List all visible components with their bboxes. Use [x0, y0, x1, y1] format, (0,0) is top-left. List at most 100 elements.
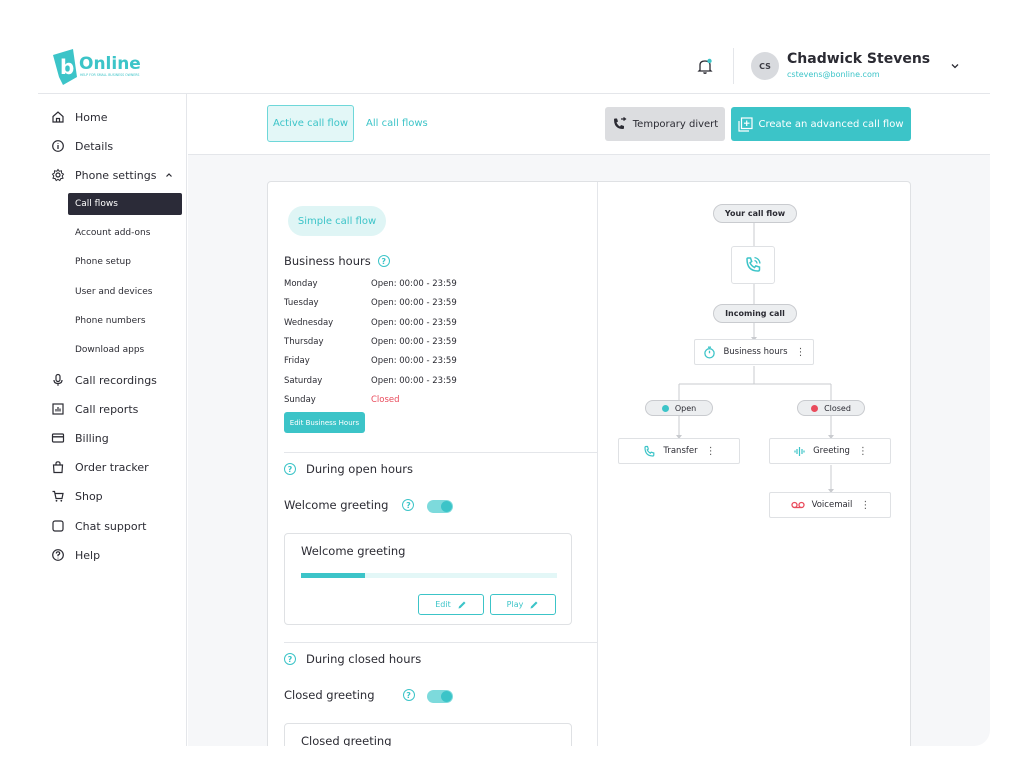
sidebar-item-home[interactable]: Home [38, 106, 107, 128]
gear-icon [51, 168, 65, 182]
sidebar-subitem-user-and-devices[interactable]: User and devices [68, 281, 182, 303]
svg-text:b: b [60, 55, 74, 79]
chat-icon [52, 520, 64, 532]
stopwatch-icon [704, 346, 716, 359]
phone-icon [644, 445, 655, 457]
greeting-progress-fill [301, 573, 365, 578]
temporary-divert-button[interactable]: Temporary divert [605, 107, 725, 141]
more-vertical-icon[interactable]: ⋮ [860, 500, 870, 511]
business-hours-node[interactable]: Business hours ⋮ [694, 339, 814, 365]
audio-wave-icon [794, 446, 805, 456]
sidebar-item-label: Home [75, 110, 108, 124]
sidebar-subitem-phone-setup[interactable]: Phone setup [68, 251, 182, 273]
help-icon[interactable]: ? [402, 689, 415, 701]
sidebar-item-label: Phone settings [75, 168, 157, 182]
incoming-call-label: Incoming call [713, 304, 797, 323]
sidebar-item-billing[interactable]: Billing [38, 427, 109, 449]
closed-greeting-box-title: Closed greeting [301, 734, 392, 746]
cart-icon [52, 490, 64, 502]
user-name[interactable]: Chadwick Stevens [787, 51, 930, 67]
closed-branch-label: Closed [797, 400, 865, 416]
logo-tagline: HELP FOR SMALL BUSINESS OWNERS [80, 73, 139, 77]
sidebar-item-label: Billing [75, 431, 109, 445]
play-greeting-button[interactable]: Play [490, 594, 556, 615]
welcome-greeting-box-title: Welcome greeting [301, 544, 406, 558]
sidebar-item-label: Call reports [75, 402, 139, 416]
temporary-divert-label: Temporary divert [632, 118, 719, 130]
open-branch-label: Open [645, 400, 713, 416]
pencil-icon [530, 601, 538, 608]
closed-hours-heading: ? During closed hours [284, 652, 421, 666]
voicemail-node[interactable]: Voicemail ⋮ [769, 492, 891, 518]
help-icon [52, 549, 64, 561]
sidebar-item-chat-support[interactable]: Chat support [38, 515, 146, 537]
create-advanced-label: Create an advanced call flow [758, 118, 904, 130]
bonline-logo[interactable]: b Online HELP FOR SMALL BUSINESS OWNERS [51, 47, 151, 87]
sidebar-item-order-tracker[interactable]: Order tracker [38, 456, 149, 478]
chevron-down-icon[interactable] [949, 60, 961, 72]
transfer-node-label: Transfer [663, 446, 698, 456]
closed-hours-title: During closed hours [306, 652, 422, 666]
app-frame: b Online HELP FOR SMALL BUSINESS OWNERS … [38, 40, 990, 746]
edit-greeting-label: Edit [435, 600, 451, 609]
sidebar-item-label: Shop [75, 489, 103, 503]
notification-bell-icon[interactable] [696, 57, 714, 75]
sidebar-subitem-call-flows[interactable]: Call flows [68, 193, 182, 215]
sidebar-subitem-phone-numbers[interactable]: Phone numbers [68, 310, 182, 332]
sidebar-item-help[interactable]: Help [38, 544, 100, 566]
more-vertical-icon[interactable]: ⋮ [858, 446, 868, 457]
avatar[interactable]: CS [751, 52, 779, 80]
sidebar-item-label: Chat support [75, 519, 147, 533]
call-flow-card: Simple call flow Business hours ? Monday… [267, 181, 911, 746]
sidebar-item-details[interactable]: Details [38, 135, 113, 157]
add-box-icon [738, 116, 754, 132]
sidebar-item-phone-settings[interactable]: Phone settings [38, 164, 174, 186]
transfer-node[interactable]: Transfer ⋮ [618, 438, 740, 464]
greeting-node[interactable]: Greeting ⋮ [769, 438, 891, 464]
more-vertical-icon[interactable]: ⋮ [706, 446, 716, 457]
sidebar: Home Details Phone settings Call flows A… [38, 94, 187, 746]
business-hours-node-label: Business hours [723, 347, 788, 357]
chart-icon [52, 403, 64, 415]
greeting-node-label: Greeting [813, 446, 850, 456]
incoming-phone-node[interactable] [731, 246, 775, 284]
open-status-dot [661, 404, 669, 412]
bag-icon [52, 461, 64, 474]
help-icon[interactable]: ? [284, 653, 296, 665]
tab-all-call-flows[interactable]: All call flows [366, 105, 428, 142]
your-call-flow-label: Your call flow [713, 204, 797, 223]
sidebar-subitem-account-add-ons[interactable]: Account add-ons [68, 222, 182, 244]
play-greeting-label: Play [506, 600, 524, 609]
voicemail-icon [790, 501, 805, 509]
sidebar-item-label: Call recordings [75, 373, 157, 387]
microphone-icon [53, 373, 63, 386]
header-divider [733, 48, 734, 84]
closed-greeting-row: Closed greeting ? [284, 688, 415, 702]
create-advanced-call-flow-button[interactable]: Create an advanced call flow [731, 107, 911, 141]
sidebar-subitem-download-apps[interactable]: Download apps [68, 339, 182, 361]
sidebar-item-label: Order tracker [75, 460, 149, 474]
tab-active-call-flow[interactable]: Active call flow [267, 105, 354, 142]
open-branch-text: Open [674, 403, 697, 413]
more-vertical-icon[interactable]: ⋮ [796, 347, 806, 358]
welcome-greeting-box: Welcome greeting Edit Play [284, 533, 572, 625]
sidebar-item-call-recordings[interactable]: Call recordings [38, 369, 157, 391]
sidebar-item-shop[interactable]: Shop [38, 485, 103, 507]
greeting-progress-bar[interactable] [301, 573, 557, 578]
user-email: cstevens@bonline.com [787, 70, 880, 79]
card-icon [51, 433, 65, 443]
closed-greeting-toggle[interactable] [427, 690, 453, 703]
info-icon [52, 140, 64, 152]
sidebar-item-label: Details [75, 139, 114, 153]
voicemail-node-label: Voicemail [811, 500, 853, 510]
closed-status-dot [811, 404, 819, 412]
flow-connectors [676, 223, 834, 493]
pencil-icon [458, 601, 466, 608]
section-divider [284, 642, 598, 643]
edit-greeting-button[interactable]: Edit [418, 594, 484, 615]
chevron-up-icon[interactable] [164, 170, 174, 180]
logo-word: Online [79, 54, 141, 74]
sidebar-item-call-reports[interactable]: Call reports [38, 398, 138, 420]
closed-greeting-box: Closed greeting [284, 723, 572, 746]
phone-ringing-icon [746, 256, 761, 272]
